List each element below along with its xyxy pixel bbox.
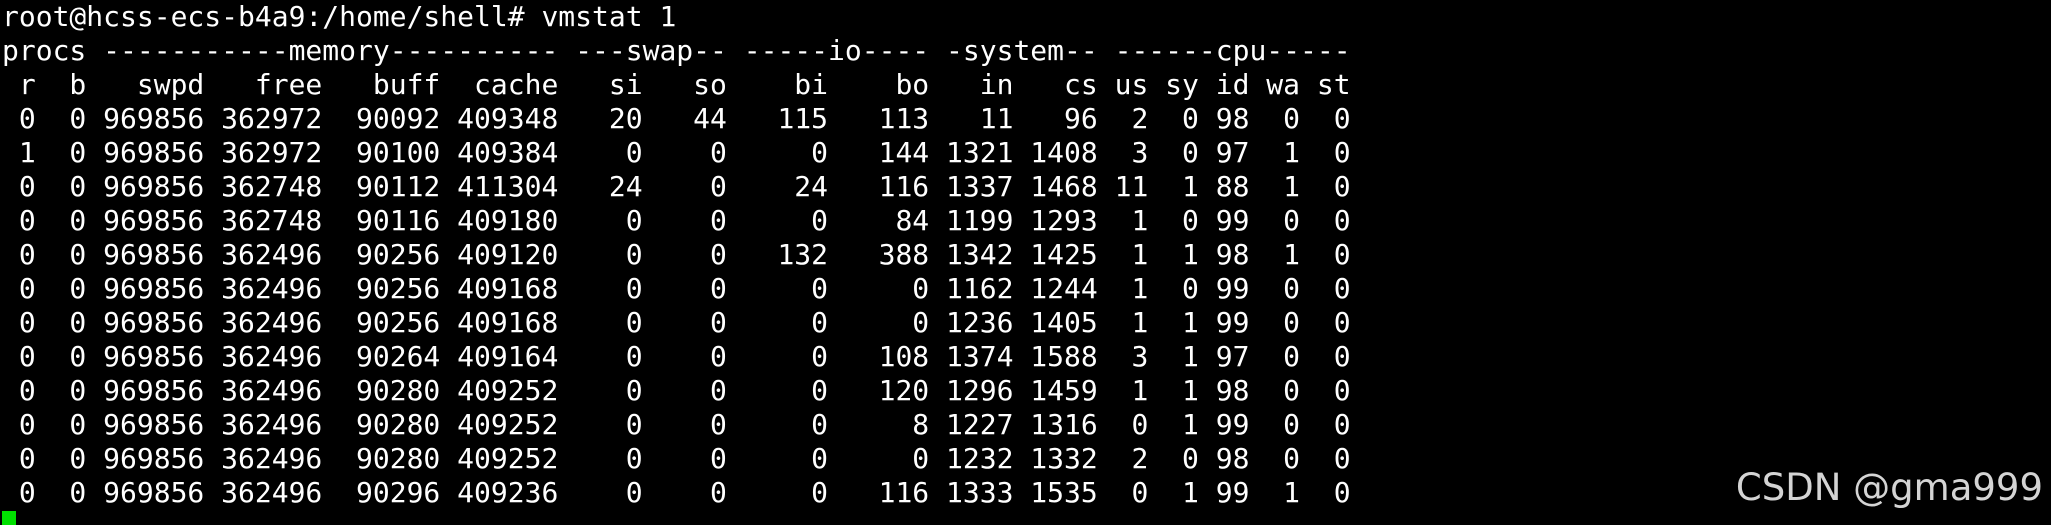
- csdn-watermark: CSDN @gma999: [1735, 466, 2043, 509]
- vmstat-row: 0 0 969856 362496 90256 409168 0 0 0 0 1…: [2, 306, 1351, 339]
- vmstat-row: 0 0 969856 362496 90256 409120 0 0 132 3…: [2, 238, 1351, 271]
- vmstat-row: 0 0 969856 362496 90280 409252 0 0 0 8 1…: [2, 408, 1351, 441]
- prompt-command-line: root@hcss-ecs-b4a9:/home/shell# vmstat 1: [2, 0, 677, 33]
- vmstat-row: 1 0 969856 362972 90100 409384 0 0 0 144…: [2, 136, 1351, 169]
- vmstat-row: 0 0 969856 362496 90264 409164 0 0 0 108…: [2, 340, 1351, 373]
- vmstat-row: 0 0 969856 362748 90116 409180 0 0 0 84 …: [2, 204, 1351, 237]
- vmstat-row: 0 0 969856 362748 90112 411304 24 0 24 1…: [2, 170, 1351, 203]
- vmstat-column-header: r b swpd free buff cache si so bi bo in …: [2, 68, 1351, 101]
- terminal-window[interactable]: root@hcss-ecs-b4a9:/home/shell# vmstat 1…: [2, 0, 2042, 525]
- vmstat-row: 0 0 969856 362496 90280 409252 0 0 0 120…: [2, 374, 1351, 407]
- terminal-cursor: [2, 511, 16, 525]
- vmstat-group-header: procs -----------memory---------- ---swa…: [2, 34, 1351, 67]
- vmstat-row: 0 0 969856 362496 90256 409168 0 0 0 0 1…: [2, 272, 1351, 305]
- vmstat-row: 0 0 969856 362972 90092 409348 20 44 115…: [2, 102, 1351, 135]
